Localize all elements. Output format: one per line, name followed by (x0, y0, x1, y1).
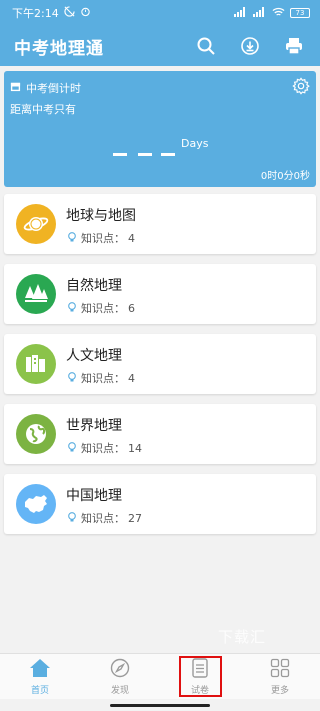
countdown-subtitle: 距离中考只有 (10, 103, 76, 116)
nav-more[interactable]: 更多 (240, 654, 320, 699)
home-indicator (110, 704, 210, 707)
status-bar: 下午2:14 73 (0, 0, 320, 26)
subject-card-china[interactable]: 中国地理 知识点： 27 (4, 474, 316, 534)
compass-icon (110, 658, 130, 681)
print-icon[interactable] (282, 34, 306, 58)
subject-name: 自然地理 (66, 278, 122, 294)
bottom-nav: 首页 发现 试卷 更多 (0, 653, 320, 699)
countdown-card[interactable]: 中考倒计时 距离中考只有 Days 0时0分0秒 (4, 71, 316, 187)
gear-icon[interactable] (292, 77, 310, 95)
countdown-digit-placeholder (138, 153, 152, 156)
app-bar: 中考地理通 (0, 26, 320, 66)
knowledge-point-label: 知识点： (81, 442, 125, 455)
subject-name: 世界地理 (66, 418, 122, 434)
countdown-timer: 0时0分0秒 (260, 171, 310, 182)
knowledge-point-count: 6 (128, 301, 135, 315)
alarm-icon (80, 6, 91, 20)
subject-name: 地球与地图 (66, 208, 136, 224)
app-title: 中考地理通 (14, 38, 104, 59)
home-icon (29, 658, 51, 681)
calendar-icon (10, 81, 21, 95)
buildings-icon (16, 344, 56, 384)
subject-card-human[interactable]: 人文地理 知识点： 4 (4, 334, 316, 394)
battery-icon: 73 (290, 8, 310, 18)
status-time: 下午2:14 (12, 7, 59, 20)
countdown-digit-placeholder (113, 153, 127, 156)
bulb-icon (66, 231, 78, 246)
knowledge-point-label: 知识点： (81, 302, 125, 315)
download-icon[interactable] (238, 34, 262, 58)
knowledge-point-count: 27 (128, 511, 142, 525)
search-icon[interactable] (194, 34, 218, 58)
no-disturb-icon (64, 6, 75, 20)
watermark: 下载汇 (218, 628, 267, 646)
nav-label: 更多 (270, 685, 289, 696)
grid-icon (270, 658, 290, 681)
bulb-icon (66, 371, 78, 386)
subject-card-natural[interactable]: 自然地理 知识点： 6 (4, 264, 316, 324)
knowledge-point-label: 知识点： (81, 512, 125, 525)
bulb-icon (66, 301, 78, 316)
nav-label: 发现 (110, 685, 129, 696)
nav-label: 首页 (30, 685, 49, 696)
knowledge-point-count: 14 (128, 441, 142, 455)
countdown-unit: Days (181, 137, 209, 150)
knowledge-point-count: 4 (128, 231, 135, 245)
bulb-icon (66, 511, 78, 526)
signal-2-icon (253, 6, 267, 20)
knowledge-point-count: 4 (128, 371, 135, 385)
highlight-box (179, 656, 222, 697)
planet-icon (16, 204, 56, 244)
china-map-icon (16, 484, 56, 524)
nav-discover[interactable]: 发现 (80, 654, 160, 699)
globe-icon (16, 414, 56, 454)
wifi-icon (272, 7, 285, 20)
subject-name: 中国地理 (66, 488, 122, 504)
subject-card-earth-map[interactable]: 地球与地图 知识点： 4 (4, 194, 316, 254)
knowledge-point-label: 知识点： (81, 232, 125, 245)
signal-icon (234, 6, 248, 20)
forest-icon (16, 274, 56, 314)
countdown-digit-placeholder (161, 153, 175, 156)
subject-name: 人文地理 (66, 348, 122, 364)
nav-home[interactable]: 首页 (0, 654, 80, 699)
countdown-heading: 中考倒计时 (26, 82, 81, 95)
subject-card-world[interactable]: 世界地理 知识点： 14 (4, 404, 316, 464)
knowledge-point-label: 知识点： (81, 372, 125, 385)
bulb-icon (66, 441, 78, 456)
